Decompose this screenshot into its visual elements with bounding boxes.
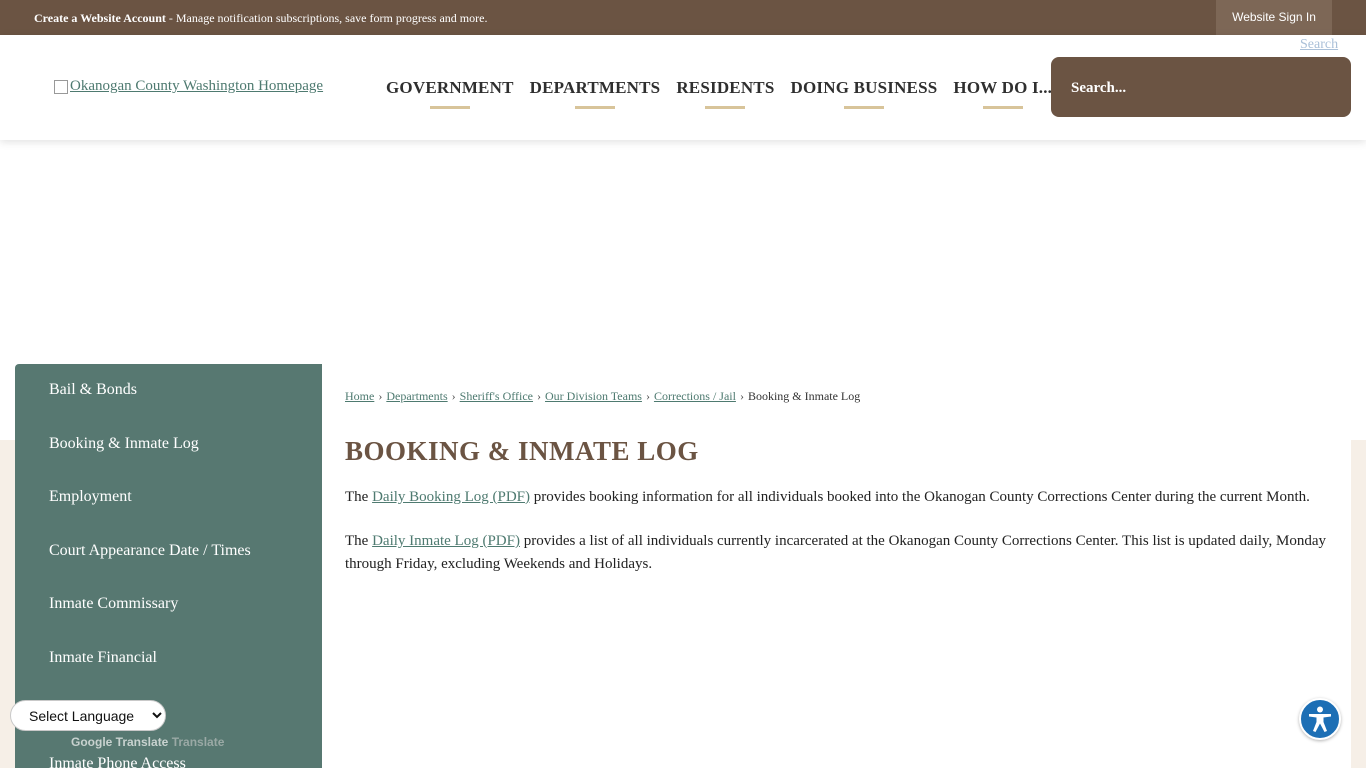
nav-government[interactable]: GOVERNMENT xyxy=(378,35,522,140)
sidebar-item-booking-inmate-log[interactable]: Booking & Inmate Log xyxy=(49,435,199,453)
site-header: Okanogan County Washington Homepage GOVE… xyxy=(0,35,1366,140)
sidebar-item-employment[interactable]: Employment xyxy=(49,488,132,506)
breadcrumb: Home › Departments › Sheriff's Office › Our Di… xyxy=(345,389,860,404)
sidebar-item-inmate-phone-access[interactable]: Inmate Phone Access xyxy=(49,755,186,768)
website-sign-in-button[interactable]: Website Sign In xyxy=(1216,0,1332,35)
nav-label: DOING BUSINESS xyxy=(790,77,938,97)
select-language-dropdown[interactable]: Select Language xyxy=(10,700,166,731)
breadcrumb-division-teams[interactable]: Our Division Teams xyxy=(545,389,642,403)
nav-label: RESIDENTS xyxy=(676,77,775,97)
nav-underline xyxy=(429,106,470,109)
search-input[interactable] xyxy=(1069,73,1303,103)
breadcrumb-separator: › xyxy=(378,389,383,403)
breadcrumb-current: Booking & Inmate Log xyxy=(747,389,861,403)
nav-underline xyxy=(574,106,615,109)
accessibility-figure-icon xyxy=(1309,706,1331,732)
inmate-log-paragraph: The Daily Inmate Log (PDF) provides a li… xyxy=(345,530,1335,576)
breadcrumb-separator: › xyxy=(537,389,542,403)
main-content: Home › Departments › Sheriff's Office › Our Di… xyxy=(322,364,1351,768)
nav-departments[interactable]: DEPARTMENTS xyxy=(522,35,669,140)
create-account-link[interactable]: Create a Website Account xyxy=(34,11,166,25)
booking-log-paragraph: The Daily Booking Log (PDF) provides boo… xyxy=(345,486,1335,509)
breadcrumb-separator: › xyxy=(739,389,744,403)
nav-how-do-i[interactable]: HOW DO I... xyxy=(945,35,1060,140)
breadcrumb-separator: › xyxy=(645,389,650,403)
sidebar-item-bail-bonds[interactable]: Bail & Bonds xyxy=(49,381,137,399)
paragraph-text: provides booking information for all ind… xyxy=(530,489,1310,505)
paragraph-text: The xyxy=(345,533,373,549)
breadcrumb-sheriffs-office[interactable]: Sheriff's Office xyxy=(460,389,533,403)
nav-underline xyxy=(982,106,1023,109)
breadcrumb-separator: › xyxy=(451,389,456,403)
top-bar: Create a Website Account - Manage notifi… xyxy=(0,0,1366,35)
page-title: BOOKING & INMATE LOG xyxy=(345,436,699,466)
account-message: Create a Website Account - Manage notifi… xyxy=(34,11,487,26)
logo-alt-text: Okanogan County Washington Homepage xyxy=(70,78,324,94)
sidebar-item-inmate-commissary[interactable]: Inmate Commissary xyxy=(49,595,178,613)
homepage-logo-link[interactable]: Okanogan County Washington Homepage xyxy=(54,78,323,95)
google-translate-logo: Google Translate xyxy=(71,735,169,749)
daily-booking-log-link[interactable]: Daily Booking Log (PDF) xyxy=(372,489,530,505)
nav-label: GOVERNMENT xyxy=(386,77,514,97)
translate-label: Translate xyxy=(171,735,225,749)
main-nav: GOVERNMENT DEPARTMENTS RESIDENTS DOING B… xyxy=(378,35,1060,140)
google-translate-attribution: Google Translate Translate xyxy=(71,735,224,749)
nav-underline xyxy=(843,106,884,109)
sidebar-item-court-appearance[interactable]: Court Appearance Date / Times xyxy=(49,542,251,560)
nav-underline xyxy=(705,106,746,109)
sidebar-item-inmate-financial[interactable]: Inmate Financial xyxy=(49,649,157,667)
daily-inmate-log-link[interactable]: Daily Inmate Log (PDF) xyxy=(372,533,520,549)
nav-label: HOW DO I... xyxy=(953,77,1053,97)
breadcrumb-corrections-jail[interactable]: Corrections / Jail xyxy=(654,389,736,403)
search-icon[interactable]: Search xyxy=(1300,34,1344,84)
nav-residents[interactable]: RESIDENTS xyxy=(668,35,782,140)
breadcrumb-home[interactable]: Home xyxy=(345,389,374,403)
broken-image-icon xyxy=(54,79,68,94)
paragraph-text: The xyxy=(345,489,373,505)
nav-label: DEPARTMENTS xyxy=(529,77,661,97)
nav-doing-business[interactable]: DOING BUSINESS xyxy=(783,35,946,140)
accessibility-icon[interactable] xyxy=(1299,698,1341,740)
breadcrumb-departments[interactable]: Departments xyxy=(386,389,447,403)
account-description: - Manage notification subscriptions, sav… xyxy=(165,11,488,25)
